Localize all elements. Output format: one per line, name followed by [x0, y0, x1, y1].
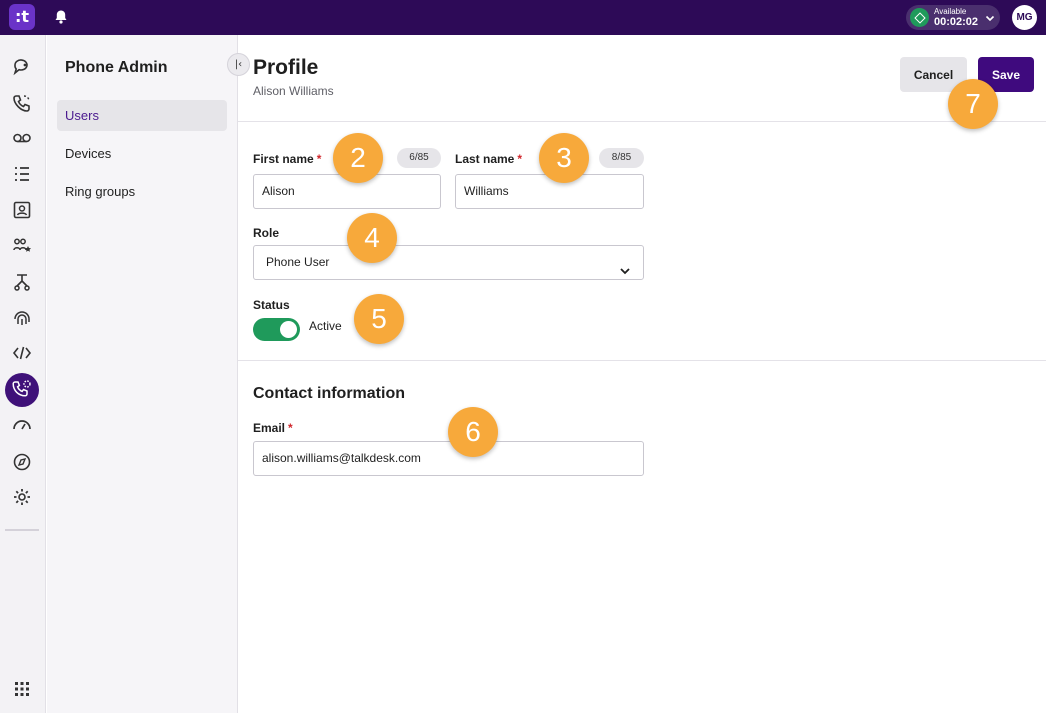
page-title: Profile — [253, 56, 319, 79]
email-field[interactable]: alison.williams@talkdesk.com — [253, 441, 644, 476]
phone-call-icon[interactable] — [11, 92, 33, 114]
contact-card-icon[interactable] — [11, 199, 33, 221]
compass-icon[interactable] — [11, 451, 33, 473]
status-toggle-text: Active — [309, 319, 342, 333]
team-star-icon[interactable] — [11, 235, 33, 257]
routing-icon[interactable] — [11, 271, 33, 293]
sidebar-item-ring-groups[interactable]: Ring groups — [57, 176, 227, 207]
sidebar-title: Phone Admin — [65, 59, 168, 76]
phone-admin-icon — [12, 380, 31, 397]
contact-section-title: Contact information — [253, 385, 405, 402]
last-name-counter: 8/85 — [599, 148, 644, 168]
chevron-down-icon — [984, 11, 996, 23]
top-bar: :t Available 00:02:02 MG — [0, 0, 1046, 35]
phone-admin-nav-item[interactable] — [5, 373, 39, 407]
sidebar-item-devices[interactable]: Devices — [57, 138, 227, 169]
code-icon[interactable] — [11, 342, 33, 364]
bell-icon[interactable] — [53, 9, 69, 25]
gauge-icon[interactable] — [11, 414, 33, 436]
status-toggle[interactable] — [253, 318, 300, 341]
role-select-value: Phone User — [266, 255, 330, 269]
toggle-knob — [280, 321, 297, 338]
role-select[interactable]: Phone User — [253, 245, 644, 280]
last-name-label: Last name * — [455, 152, 523, 166]
fingerprint-icon[interactable] — [11, 307, 33, 329]
first-name-label: First name * — [253, 152, 322, 166]
available-status-icon — [910, 8, 929, 27]
email-label: Email * — [253, 421, 293, 435]
agent-status-dropdown[interactable]: Available 00:02:02 — [906, 5, 1000, 30]
chevron-down-icon — [619, 257, 631, 275]
callout-badge-2: 2 — [333, 133, 383, 183]
header-divider — [238, 121, 1046, 122]
callout-badge-4: 4 — [347, 213, 397, 263]
callout-badge-6: 6 — [448, 407, 498, 457]
first-name-counter: 6/85 — [397, 148, 441, 168]
rail-divider — [5, 529, 39, 531]
status-timer: 00:02:02 — [934, 16, 979, 28]
section-divider — [238, 360, 1046, 361]
status-label: Status — [253, 298, 290, 312]
last-name-field[interactable]: Williams — [455, 174, 644, 209]
role-label: Role — [253, 226, 280, 240]
phone-admin-sidebar: Phone Admin Users Devices Ring groups — [47, 35, 238, 713]
profile-page: Profile Alison Williams Cancel Save Firs… — [238, 35, 1046, 713]
voicemail-icon[interactable] — [11, 127, 33, 149]
chat-bubble-icon[interactable] — [11, 56, 33, 78]
page-subtitle: Alison Williams — [253, 84, 334, 98]
callout-badge-7: 7 — [948, 79, 998, 129]
settings-icon[interactable] — [11, 486, 33, 508]
callout-badge-3: 3 — [539, 133, 589, 183]
apps-grid-icon[interactable] — [11, 678, 33, 700]
app-rail — [0, 35, 46, 713]
app-logo[interactable]: :t — [9, 4, 35, 30]
callout-badge-5: 5 — [354, 294, 404, 344]
user-avatar[interactable]: MG — [1012, 5, 1037, 30]
list-icon[interactable] — [11, 163, 33, 185]
sidebar-item-users[interactable]: Users — [57, 100, 227, 131]
